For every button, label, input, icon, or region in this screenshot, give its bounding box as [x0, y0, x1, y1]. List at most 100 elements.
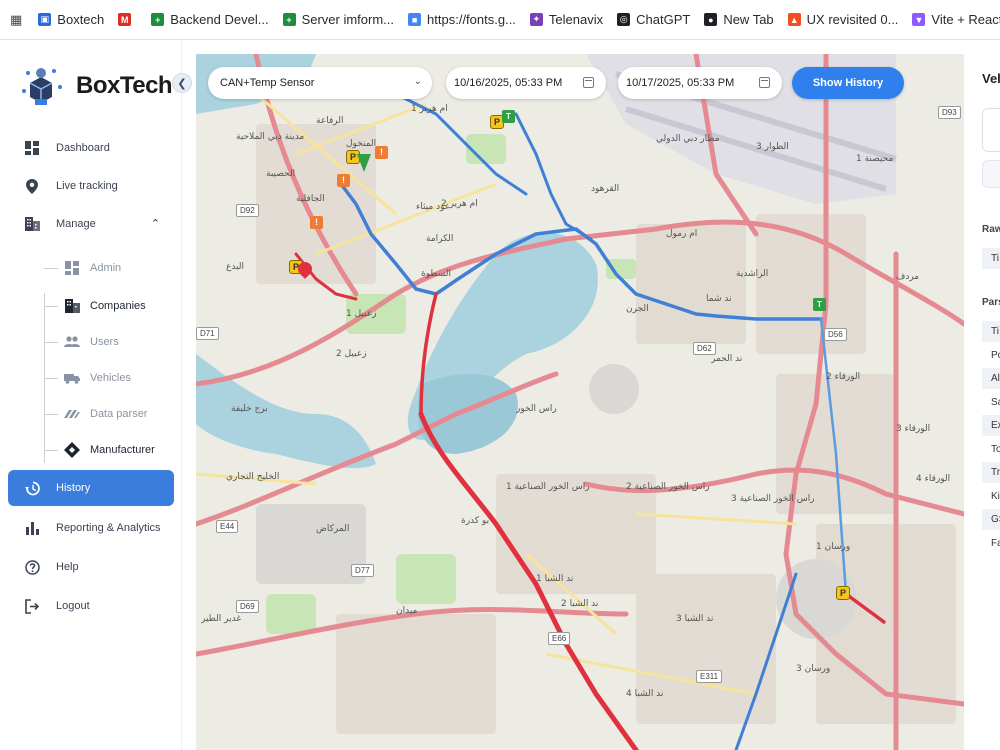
- sidebar-subitem-label: Companies: [90, 300, 146, 312]
- parsed-data-row: To: [982, 438, 1000, 460]
- bookmark-favicon-icon: +: [151, 13, 165, 26]
- sidebar-subitem-vehicles[interactable]: Vehicles: [44, 363, 174, 393]
- tree-branch: [44, 305, 58, 307]
- alert-marker[interactable]: !: [310, 216, 323, 229]
- bookmark-item[interactable]: + Server imform...: [282, 12, 394, 27]
- map-place-label: زعبيل 2: [336, 349, 367, 359]
- calendar-icon[interactable]: [759, 77, 770, 88]
- map-place-label: رأس الخور الصناعية 2: [626, 482, 710, 492]
- sidebar-item-manage[interactable]: Manage ⌃: [8, 206, 174, 242]
- map-place-label: ورسان 3: [796, 664, 831, 674]
- start-date-input[interactable]: 10/16/2025, 05:33 PM: [446, 67, 606, 99]
- logout-icon: [24, 598, 40, 614]
- sidebar-item-help[interactable]: Help: [8, 549, 174, 585]
- trip-marker[interactable]: T: [502, 110, 515, 123]
- parser-icon: [64, 406, 80, 422]
- bookmark-label: ChatGPT: [636, 12, 691, 27]
- logo-mark-icon: [16, 61, 66, 111]
- end-date-input[interactable]: 10/17/2025, 05:33 PM: [618, 67, 782, 99]
- bookmark-label: Vite + React: [931, 12, 1000, 27]
- bookmark-item[interactable]: ▣ Boxtech: [38, 12, 104, 27]
- panel-toggle[interactable]: [982, 160, 1000, 188]
- calendar-icon[interactable]: [583, 77, 594, 88]
- sidebar-item-label: Help: [56, 561, 79, 573]
- bookmark-item[interactable]: + Backend Devel...: [151, 12, 269, 27]
- sidebar-item-live-tracking[interactable]: Live tracking: [8, 168, 174, 204]
- bookmarks-list: ▣ Boxtech M + Backend Devel... + Server imform…: [38, 12, 1000, 27]
- sidebar-item-reporting[interactable]: Reporting & Analytics: [8, 510, 174, 546]
- map-place-label: الورقاء 4: [916, 474, 951, 484]
- road-shield-label: D56: [824, 328, 847, 341]
- map-place-label: برج خليفة: [231, 404, 268, 414]
- building-icon: [24, 216, 40, 232]
- map-place-label: المنخول: [346, 139, 377, 149]
- truck-icon: [64, 370, 80, 386]
- bookmark-item[interactable]: ✦ Telenavix: [529, 12, 603, 27]
- map-place-label: البدع: [226, 262, 245, 272]
- route-map[interactable]: P P P P T T ! ! ! مطار دبي الدولي القرهود…: [196, 54, 964, 750]
- map-place-label: غدير الطير: [201, 614, 242, 624]
- chevron-left-icon: ❮: [177, 77, 187, 90]
- bookmark-item[interactable]: ▲ UX revisited 0...: [787, 12, 899, 27]
- alert-marker[interactable]: !: [375, 146, 388, 159]
- sidebar-item-label: History: [56, 482, 91, 494]
- map-place-label: الطوار 3: [756, 142, 789, 152]
- tree-branch: [44, 267, 58, 269]
- map-place-label: الراشدية: [736, 269, 769, 279]
- sidebar-collapse-button[interactable]: ❮: [172, 73, 192, 93]
- parking-marker[interactable]: P: [836, 586, 850, 600]
- bookmark-favicon-icon: +: [282, 13, 296, 26]
- bookmark-item[interactable]: ▼ Vite + React: [912, 12, 1000, 27]
- show-history-button[interactable]: Show History: [792, 67, 904, 99]
- location-pin-icon: [24, 178, 40, 194]
- bookmark-item[interactable]: ■ https://fonts.g...: [408, 12, 516, 27]
- sidebar-subitem-label: Admin: [90, 262, 122, 274]
- help-icon: [24, 559, 40, 575]
- users-icon: [64, 334, 80, 350]
- map-place-label: مدينة دبي الملاحية: [236, 132, 305, 142]
- road-shield-label: D62: [693, 342, 716, 355]
- sidebar-item-label: Manage: [56, 218, 96, 230]
- tree-branch: [44, 341, 58, 343]
- tree-branch: [44, 413, 58, 415]
- apps-grid-icon[interactable]: ▦: [10, 12, 22, 28]
- bookmarks-bar: ▦ ▣ Boxtech M + Backend Devel... + Server imfo…: [0, 0, 1000, 40]
- manufacturer-icon: [64, 442, 80, 458]
- panel-card[interactable]: [982, 108, 1000, 152]
- bookmark-label: UX revisited 0...: [806, 12, 899, 27]
- panel-title: Vel: [982, 71, 1000, 86]
- parsed-data-row: Ex: [982, 415, 1000, 436]
- sidebar-subitem-companies[interactable]: Companies: [44, 291, 174, 321]
- sidebar-subitem-users[interactable]: Users: [44, 327, 174, 357]
- dashboard-icon: [24, 140, 40, 156]
- sidebar-item-history[interactable]: History: [8, 470, 174, 506]
- road-shield-label: E66: [548, 632, 571, 645]
- raw-data-row: Ti: [982, 248, 1000, 269]
- start-pin-icon[interactable]: [357, 154, 371, 172]
- alert-marker[interactable]: !: [337, 174, 350, 187]
- sidebar-subitem-data-parser[interactable]: Data parser: [44, 399, 174, 429]
- map-place-label: زعبيل 1: [346, 309, 377, 319]
- bookmark-item[interactable]: M: [118, 13, 137, 26]
- sidebar-item-dashboard[interactable]: Dashboard: [8, 130, 174, 166]
- brand-logo[interactable]: BoxTech: [16, 58, 176, 114]
- bookmark-item[interactable]: ● New Tab: [704, 12, 774, 27]
- map-place-label: رأس الخور: [516, 404, 557, 414]
- history-icon: [24, 480, 40, 496]
- bookmark-item[interactable]: ◎ ChatGPT: [617, 12, 690, 27]
- bookmark-label: New Tab: [723, 12, 774, 27]
- admin-icon: [64, 260, 80, 276]
- bookmark-label: Backend Devel...: [170, 12, 269, 27]
- map-place-label: الجافلية: [296, 194, 325, 204]
- sensor-select[interactable]: CAN+Temp Sensor ⌄: [208, 67, 432, 99]
- sidebar-subitem-manufacturer[interactable]: Manufacturer: [44, 435, 174, 465]
- map-canvas[interactable]: [196, 54, 964, 750]
- bookmark-label: Boxtech: [57, 12, 105, 27]
- trip-marker[interactable]: T: [813, 298, 826, 311]
- sidebar-subitem-label: Data parser: [90, 408, 148, 420]
- chevron-up-icon[interactable]: ⌃: [151, 217, 160, 230]
- map-place-label: الورقاء 3: [896, 424, 931, 434]
- sidebar-subitem-admin[interactable]: Admin: [44, 253, 174, 283]
- sidebar-item-logout[interactable]: Logout: [8, 588, 174, 624]
- parsed-data-row: Sa: [982, 391, 1000, 413]
